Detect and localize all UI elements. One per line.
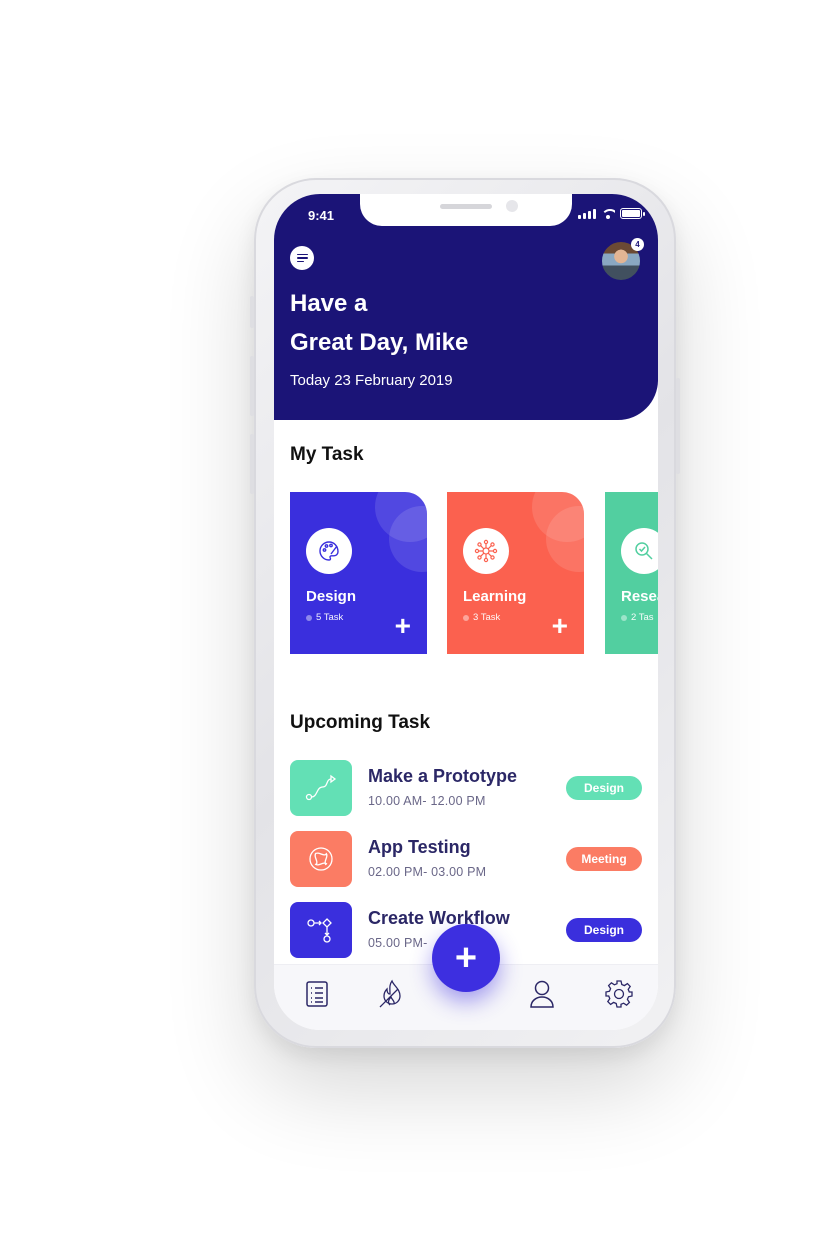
- camera: [506, 200, 518, 212]
- profile-icon[interactable]: [527, 979, 557, 1009]
- card-name: Resea: [621, 588, 658, 605]
- status-icons: [578, 208, 645, 219]
- power-button: [676, 378, 680, 474]
- tasks-list-icon[interactable]: [302, 979, 332, 1009]
- task-card-learning[interactable]: Learning 3 Task +: [447, 492, 584, 654]
- volume-up-button: [250, 356, 254, 416]
- task-card-design[interactable]: Design 5 Task +: [290, 492, 427, 654]
- palette-icon: [306, 528, 352, 574]
- task-tag[interactable]: Design: [566, 776, 642, 800]
- settings-icon[interactable]: [604, 979, 634, 1009]
- task-time: 02.00 PM- 03.00 PM: [368, 865, 487, 879]
- flame-icon[interactable]: [377, 979, 407, 1009]
- task-card-research[interactable]: Resea 2 Tas: [605, 492, 658, 654]
- add-task-fab[interactable]: +: [432, 924, 500, 992]
- task-tag[interactable]: Meeting: [566, 847, 642, 871]
- knot-icon: [290, 831, 352, 887]
- volume-down-button: [250, 434, 254, 494]
- greeting: Have a Great Day, Mike: [290, 284, 468, 362]
- app-screen: 9:41 4 Have a Great Day, Mike Today 23 F…: [274, 194, 658, 1030]
- task-row[interactable]: Make a Prototype 10.00 AM- 12.00 PM Desi…: [290, 760, 642, 816]
- stage: 9:41 4 Have a Great Day, Mike Today 23 F…: [0, 0, 830, 1250]
- add-task-button[interactable]: +: [395, 612, 411, 640]
- date-label: Today 23 February 2019: [290, 372, 453, 389]
- notification-badge: 4: [631, 238, 644, 251]
- notch: [360, 194, 572, 226]
- task-time: 10.00 AM- 12.00 PM: [368, 794, 486, 808]
- menu-icon[interactable]: [290, 246, 314, 270]
- status-time: 9:41: [308, 208, 335, 223]
- network-icon: [463, 528, 509, 574]
- card-name: Learning: [463, 588, 527, 605]
- task-name: Make a Prototype: [368, 766, 518, 786]
- prototype-path-icon: [290, 760, 352, 816]
- signal-icon: [578, 209, 596, 219]
- battery-icon: [620, 208, 645, 219]
- mute-switch: [250, 296, 254, 328]
- card-count: 3 Task: [463, 612, 500, 623]
- add-task-button[interactable]: +: [552, 612, 568, 640]
- task-time: 05.00 PM-: [368, 936, 428, 950]
- my-task-title: My Task: [290, 444, 364, 465]
- upcoming-task-title: Upcoming Task: [290, 712, 431, 733]
- speaker: [440, 204, 492, 209]
- workflow-icon: [290, 902, 352, 958]
- wifi-icon: [601, 209, 615, 219]
- task-name: Create Workflow: [368, 908, 510, 928]
- greeting-line-1: Have a: [290, 290, 368, 317]
- card-name: Design: [306, 588, 357, 605]
- greeting-line-2: Great Day, Mike: [290, 329, 469, 356]
- task-name: App Testing: [368, 837, 471, 857]
- task-tag[interactable]: Design: [566, 918, 642, 942]
- search-check-icon: [621, 528, 658, 574]
- phone-frame: 9:41 4 Have a Great Day, Mike Today 23 F…: [250, 178, 680, 1048]
- card-count: 2 Tas: [621, 612, 654, 623]
- card-count: 5 Task: [306, 612, 343, 623]
- task-row[interactable]: App Testing 02.00 PM- 03.00 PM Meeting: [290, 831, 642, 887]
- task-cards[interactable]: Design 5 Task + Learning 3 Task + Rese 2…: [290, 492, 658, 654]
- header: 9:41 4 Have a Great Day, Mike Today 23 F…: [274, 194, 658, 420]
